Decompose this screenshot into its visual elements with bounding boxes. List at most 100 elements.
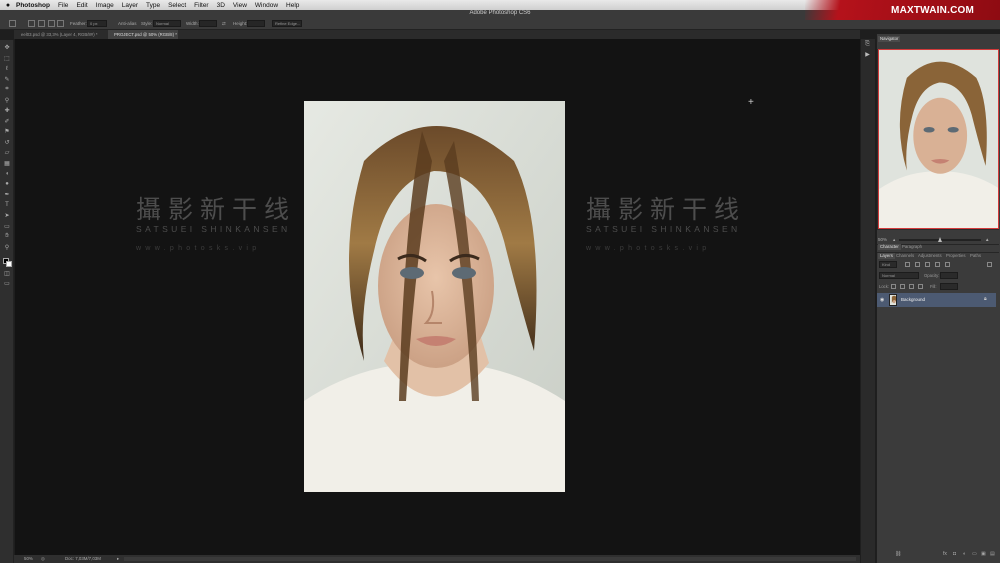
portrait-illustration bbox=[304, 101, 565, 492]
watermark-english-right: SATSUEI SHINKANSEN bbox=[586, 224, 741, 234]
marquee-preset-icon[interactable] bbox=[9, 20, 16, 27]
blur-icon[interactable]: ◖ bbox=[3, 170, 11, 177]
move-icon[interactable]: ✥ bbox=[3, 44, 11, 51]
menu-layer[interactable]: Layer bbox=[122, 2, 138, 9]
lock-transparent-icon[interactable] bbox=[891, 284, 896, 289]
new-selection-icon[interactable] bbox=[28, 20, 35, 27]
tab-project[interactable]: PROJECT.psd @ 50% (RGB/8) * bbox=[108, 30, 178, 39]
adjustment-layer-icon[interactable]: ◐ bbox=[963, 551, 966, 557]
status-doc-size: Doc: 7,03M/7,03M bbox=[65, 556, 101, 561]
status-info-icon[interactable]: ◎ bbox=[41, 555, 45, 563]
filter-pixel-icon[interactable] bbox=[905, 262, 910, 267]
history-brush-icon[interactable]: ↺ bbox=[3, 139, 11, 146]
filter-shape-icon[interactable] bbox=[935, 262, 940, 267]
layer-name[interactable]: Background bbox=[901, 297, 925, 302]
style-select[interactable]: Normal bbox=[153, 20, 181, 27]
subtract-selection-icon[interactable] bbox=[48, 20, 55, 27]
watermark-chinese-right: 攝影新干线 bbox=[586, 195, 747, 224]
menu-type[interactable]: Type bbox=[146, 2, 160, 9]
portrait-photo[interactable] bbox=[304, 101, 565, 492]
status-menu-arrow-icon[interactable]: ▸ bbox=[117, 555, 119, 563]
filter-type-icon[interactable] bbox=[925, 262, 930, 267]
screen-mode-icon[interactable]: ▭ bbox=[3, 280, 11, 287]
tab-eel03[interactable]: eel03.psd @ 33,3% (Layer 4, RGB/8#) * bbox=[15, 30, 107, 39]
menu-help[interactable]: Help bbox=[286, 2, 299, 9]
menu-window[interactable]: Window bbox=[255, 2, 278, 9]
type-icon[interactable]: T bbox=[3, 202, 11, 209]
new-layer-icon[interactable]: ▣ bbox=[981, 551, 986, 557]
height-label: Height: bbox=[233, 21, 248, 26]
tab-layers[interactable]: Layers bbox=[878, 253, 895, 259]
mask-icon[interactable]: ◘ bbox=[953, 551, 956, 557]
apple-icon[interactable]: ● bbox=[0, 2, 16, 9]
refine-edge-button[interactable]: Refine Edge... bbox=[272, 20, 302, 27]
zoom-out-icon[interactable]: ▴ bbox=[893, 236, 895, 244]
filter-adjust-icon[interactable] bbox=[915, 262, 920, 267]
eyedropper-icon[interactable]: ⚲ bbox=[3, 97, 11, 104]
menu-image[interactable]: Image bbox=[96, 2, 114, 9]
tab-paragraph[interactable]: Paragraph bbox=[900, 244, 924, 250]
width-input[interactable] bbox=[199, 20, 217, 27]
gradient-icon[interactable]: ▦ bbox=[3, 160, 11, 167]
lock-all-icon[interactable] bbox=[918, 284, 923, 289]
watermark-url-left: www.photosks.vip bbox=[136, 245, 261, 252]
tab-paths[interactable]: Paths bbox=[968, 253, 983, 259]
tab-channels[interactable]: Channels bbox=[894, 253, 916, 259]
shape-icon[interactable]: ▭ bbox=[3, 223, 11, 230]
visibility-eye-icon[interactable]: ◉ bbox=[880, 297, 884, 303]
clone-stamp-icon[interactable]: ⚑ bbox=[3, 128, 11, 135]
intersect-selection-icon[interactable] bbox=[57, 20, 64, 27]
navigator-preview[interactable] bbox=[878, 49, 999, 229]
lock-pixels-icon[interactable] bbox=[900, 284, 905, 289]
dodge-icon[interactable]: ● bbox=[3, 181, 11, 188]
watermark-chinese-left: 攝影新干线 bbox=[136, 195, 297, 224]
antialias-label[interactable]: Anti-alias bbox=[118, 21, 137, 26]
fill-input[interactable] bbox=[940, 283, 958, 290]
link-layers-icon[interactable]: ⛓︎ bbox=[895, 551, 901, 557]
menu-3d[interactable]: 3D bbox=[217, 2, 225, 9]
status-zoom[interactable]: 50% bbox=[24, 555, 33, 563]
navigator-zoom-value[interactable]: 50% bbox=[878, 236, 887, 244]
layer-filter-select[interactable]: Kind bbox=[879, 261, 897, 268]
zoom-in-icon[interactable]: ▲ bbox=[985, 236, 989, 244]
tab-character[interactable]: Character bbox=[878, 244, 901, 250]
pen-icon[interactable]: ✒ bbox=[3, 191, 11, 198]
history-panel-icon[interactable]: ⎘ bbox=[864, 41, 871, 48]
watermark-url-right: www.photosks.vip bbox=[586, 245, 711, 252]
trash-icon[interactable]: ▤ bbox=[990, 551, 995, 557]
quick-mask-icon[interactable]: ◫ bbox=[3, 270, 11, 277]
tab-adjustments[interactable]: Adjustments bbox=[916, 253, 944, 259]
quick-select-icon[interactable]: ✎ bbox=[3, 76, 11, 83]
tab-navigator[interactable]: Navigator bbox=[878, 36, 901, 42]
blend-mode-select[interactable]: Normal bbox=[879, 272, 919, 279]
path-select-icon[interactable]: ➤ bbox=[3, 212, 11, 219]
tab-properties[interactable]: Properties bbox=[944, 253, 968, 259]
fx-icon[interactable]: fx bbox=[943, 551, 947, 557]
filter-toggle-icon[interactable] bbox=[987, 262, 992, 267]
menu-photoshop[interactable]: Photoshop bbox=[16, 2, 50, 9]
menu-edit[interactable]: Edit bbox=[76, 2, 87, 9]
menu-select[interactable]: Select bbox=[168, 2, 186, 9]
eraser-icon[interactable]: ▱ bbox=[3, 149, 11, 156]
menu-view[interactable]: View bbox=[233, 2, 247, 9]
feather-input[interactable]: 0 px bbox=[87, 20, 107, 27]
swap-icon[interactable]: ⇄ bbox=[222, 21, 226, 27]
menu-file[interactable]: File bbox=[58, 2, 68, 9]
new-group-icon[interactable]: ▭ bbox=[972, 551, 977, 557]
crop-icon[interactable]: ⌗ bbox=[3, 86, 11, 93]
zoom-icon[interactable]: ⚲ bbox=[3, 244, 11, 251]
marquee-icon[interactable]: ⬚ bbox=[3, 55, 11, 62]
filter-smart-icon[interactable] bbox=[945, 262, 950, 267]
lock-position-icon[interactable] bbox=[909, 284, 914, 289]
horizontal-scrollbar[interactable] bbox=[124, 557, 856, 561]
background-color-swatch[interactable] bbox=[6, 261, 12, 267]
lasso-icon[interactable]: ℓ bbox=[3, 65, 11, 72]
actions-panel-icon[interactable]: ▶ bbox=[864, 52, 871, 59]
healing-brush-icon[interactable]: ✚ bbox=[3, 107, 11, 114]
height-input[interactable] bbox=[247, 20, 265, 27]
add-selection-icon[interactable] bbox=[38, 20, 45, 27]
brush-icon[interactable]: ✐ bbox=[3, 118, 11, 125]
opacity-input[interactable] bbox=[940, 272, 958, 279]
menu-filter[interactable]: Filter bbox=[194, 2, 208, 9]
hand-icon[interactable]: ✋︎ bbox=[3, 233, 11, 240]
